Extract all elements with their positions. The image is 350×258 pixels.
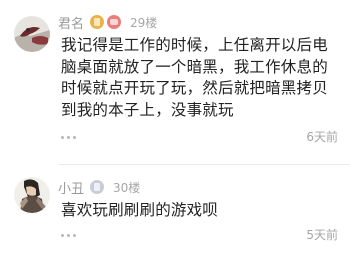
floor-number: 30楼 xyxy=(113,180,141,195)
avatar[interactable] xyxy=(14,177,50,213)
username[interactable]: 小丑 xyxy=(58,178,84,197)
avatar-image xyxy=(14,177,50,213)
level-badge-icon xyxy=(90,180,105,194)
timestamp: 5天前 xyxy=(306,228,338,242)
comment-item: 小丑 30楼 喜欢玩刷刷刷的游戏呗 5天前 xyxy=(0,0,350,258)
comment-text: 喜欢玩刷刷刷的游戏呗 xyxy=(61,201,219,219)
more-options-icon[interactable] xyxy=(61,234,76,237)
comment-meta: 小丑 30楼 xyxy=(58,177,140,197)
